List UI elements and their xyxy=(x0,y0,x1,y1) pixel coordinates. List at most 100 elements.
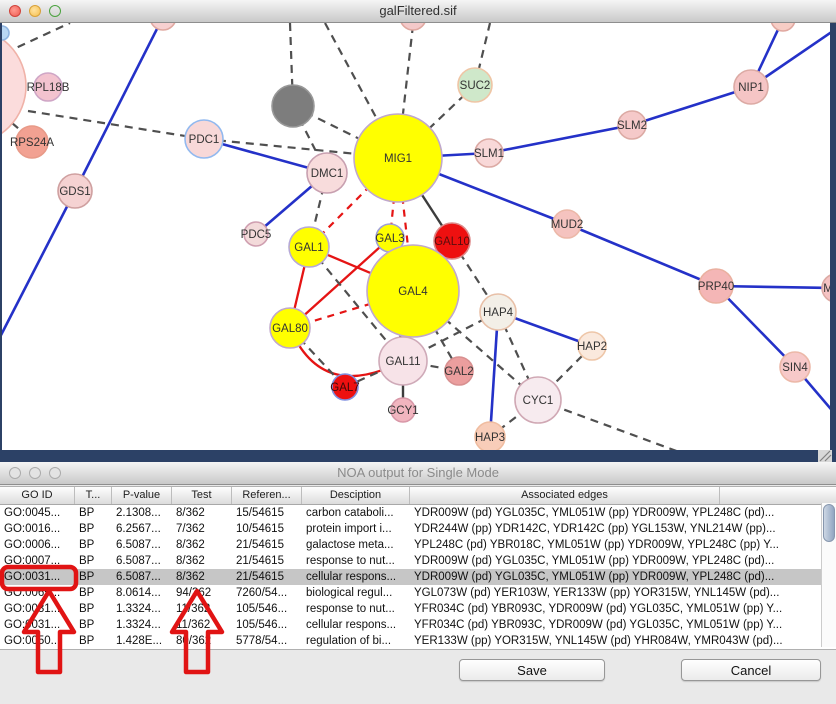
table-cell: 6.5087... xyxy=(112,537,172,553)
graph-node-HAP2[interactable]: HAP2 xyxy=(577,332,607,360)
table-cell: GO:0031... xyxy=(0,617,75,633)
graph-node-MIG1[interactable]: MIG1 xyxy=(354,114,442,202)
graph-node-GAL11[interactable]: GAL11 xyxy=(379,337,427,385)
table-cell: 1.3324... xyxy=(112,601,172,617)
column-header-t[interactable]: T... xyxy=(75,487,112,504)
graph-node-NIP1[interactable]: NIP1 xyxy=(734,70,768,104)
network-canvas[interactable]: RPL18B RPS24A GDS1 PDC1 MIG1 SUC2 SLM1 SLM2 NIP1… xyxy=(0,23,836,462)
graph-node-label: SLM1 xyxy=(474,148,504,160)
graph-node-label: CYC1 xyxy=(523,395,554,407)
graph-node-label: HAP4 xyxy=(483,307,514,319)
graph-node-label: PDC1 xyxy=(189,134,220,146)
graph-node-DMC1[interactable]: DMC1 xyxy=(307,153,347,193)
table-cell: 21/54615 xyxy=(232,553,302,569)
noa-window: NOA output for Single Mode GO IDT...P-va… xyxy=(0,462,836,704)
graph-node-SLM2[interactable]: SLM2 xyxy=(617,111,647,139)
graph-node-GAL7[interactable]: GAL7 xyxy=(330,374,359,400)
column-header-p-value[interactable]: P-value xyxy=(112,487,172,504)
save-button[interactable]: Save xyxy=(459,659,605,681)
column-header-desciption[interactable]: Desciption xyxy=(302,487,410,504)
table-cell: YDR009W (pd) YGL035C, YML051W (pp) YDR00… xyxy=(410,553,836,569)
graph-node-PDC1[interactable]: PDC1 xyxy=(185,120,223,158)
table-cell: 21/54615 xyxy=(232,569,302,585)
graph-node-label: SLM2 xyxy=(617,120,647,132)
graph-node-label: MIG1 xyxy=(384,153,412,165)
table-row[interactable]: GO:0016...BP6.2567...7/36210/54615protei… xyxy=(0,521,836,537)
table-cell: GO:0016... xyxy=(0,521,75,537)
column-header-test[interactable]: Test xyxy=(172,487,232,504)
table-cell: 8/362 xyxy=(172,569,232,585)
graph-node-label: GAL4 xyxy=(398,286,428,298)
graph-node-GDS1[interactable]: GDS1 xyxy=(58,174,92,208)
graph-node-GRAY1[interactable] xyxy=(272,85,314,127)
table-cell: 2.1308... xyxy=(112,505,172,521)
graph-node-GAL80[interactable]: GAL80 xyxy=(270,308,310,348)
table-cell: YFR034C (pd) YBR093C, YDR009W (pd) YGL03… xyxy=(410,601,836,617)
table-cell: 6.5087... xyxy=(112,569,172,585)
table-cell: 105/546... xyxy=(232,617,302,633)
graph-node-label: RPL18B xyxy=(27,82,70,94)
table-cell: 21/54615 xyxy=(232,537,302,553)
table-cell: GO:0065... xyxy=(0,585,75,601)
table-header-row: GO IDT...P-valueTestReferen...Desciption… xyxy=(0,487,836,505)
network-graph[interactable]: RPL18B RPS24A GDS1 PDC1 MIG1 SUC2 SLM1 SLM2 NIP1… xyxy=(0,23,836,462)
table-cell: 8/362 xyxy=(172,553,232,569)
table-cell: BP xyxy=(75,617,112,633)
table-cell: YER133W (pp) YOR315W, YNL145W (pd) YHR08… xyxy=(410,633,836,649)
graph-node-SUC2[interactable]: SUC2 xyxy=(458,68,492,102)
graph-node-label: NIP1 xyxy=(738,82,764,94)
table-cell: 1.3324... xyxy=(112,617,172,633)
graph-node-SIN4[interactable]: SIN4 xyxy=(780,352,810,382)
graph-node-TINYBLUE[interactable] xyxy=(0,26,9,40)
table-cell: 8/362 xyxy=(172,505,232,521)
column-header-go-id[interactable]: GO ID xyxy=(0,487,75,504)
graph-node-GAL4[interactable]: GAL4 xyxy=(367,245,459,337)
table-row[interactable]: GO:0050...BP1.428E...80/3625778/54...reg… xyxy=(0,633,836,649)
table-cell: 105/546... xyxy=(232,601,302,617)
graph-node-label: HAP3 xyxy=(475,432,505,444)
table-cell: 80/362 xyxy=(172,633,232,649)
table-cell: 7260/54... xyxy=(232,585,302,601)
scrollbar-thumb[interactable] xyxy=(823,504,835,542)
cancel-button[interactable]: Cancel xyxy=(681,659,821,681)
table-cell: carbon cataboli... xyxy=(302,505,410,521)
graph-node-SLM1[interactable]: SLM1 xyxy=(474,139,504,167)
column-header-associated-edges[interactable]: Associated edges xyxy=(410,487,720,504)
screen: galFiltered.sif RPL18B RPS24A GDS1 PDC1 MIG1… xyxy=(0,0,836,704)
resize-grip[interactable] xyxy=(818,450,832,462)
graph-node-HAP3[interactable]: HAP3 xyxy=(475,422,505,452)
graph-node-label: RPS24A xyxy=(10,137,54,149)
table-cell: YFR034C (pd) YBR093C, YDR009W (pd) YGL03… xyxy=(410,617,836,633)
table-row[interactable]: GO:0006...BP6.5087...8/36221/54615galact… xyxy=(0,537,836,553)
table-cell: GO:0031... xyxy=(0,569,75,585)
table-scrollbar[interactable] xyxy=(821,503,836,647)
table-row[interactable]: GO:0031...BP1.3324...11/362105/546...res… xyxy=(0,601,836,617)
column-header-referen[interactable]: Referen... xyxy=(232,487,302,504)
graph-node-label: GDS1 xyxy=(59,186,90,198)
table-cell: YGL073W (pd) YER103W, YER133W (pp) YOR31… xyxy=(410,585,836,601)
graph-node-CYC1[interactable]: CYC1 xyxy=(515,377,561,423)
graph-node-GAL2[interactable]: GAL2 xyxy=(444,357,473,385)
table-row[interactable]: GO:0007...BP6.5087...8/36221/54615respon… xyxy=(0,553,836,569)
table-cell: YDR009W (pd) YGL035C, YML051W (pp) YDR00… xyxy=(410,569,836,585)
table-cell: BP xyxy=(75,505,112,521)
graph-node-HAP4[interactable]: HAP4 xyxy=(480,294,516,330)
table-cell: 8.0614... xyxy=(112,585,172,601)
graph-node-label: GAL11 xyxy=(386,356,421,368)
graph-node-PRP40[interactable]: PRP40 xyxy=(698,269,734,303)
table-cell: YDR244W (pp) YDR142C, YDR142C (pp) YGL15… xyxy=(410,521,836,537)
graph-node-label: PRP40 xyxy=(698,281,734,293)
noa-window-titlebar[interactable]: NOA output for Single Mode xyxy=(0,462,836,485)
table-row[interactable]: GO:0065...BP8.0614...94/3627260/54...bio… xyxy=(0,585,836,601)
graph-node-label: GCY1 xyxy=(387,405,418,417)
table-row[interactable]: GO:0031...BP1.3324...11/362105/546...cel… xyxy=(0,617,836,633)
graph-node-GAL1[interactable]: GAL1 xyxy=(289,227,329,267)
table-cell: 6.5087... xyxy=(112,553,172,569)
table-row[interactable]: GO:0031...BP6.5087...8/36221/54615cellul… xyxy=(0,569,836,585)
network-window-titlebar[interactable]: galFiltered.sif xyxy=(0,0,836,23)
graph-node-label: GAL1 xyxy=(294,242,323,254)
table-row[interactable]: GO:0045...BP2.1308...8/36215/54615carbon… xyxy=(0,505,836,521)
table-cell: cellular respons... xyxy=(302,617,410,633)
graph-node-label: GAL7 xyxy=(330,382,359,394)
table-cell: response to nut... xyxy=(302,601,410,617)
